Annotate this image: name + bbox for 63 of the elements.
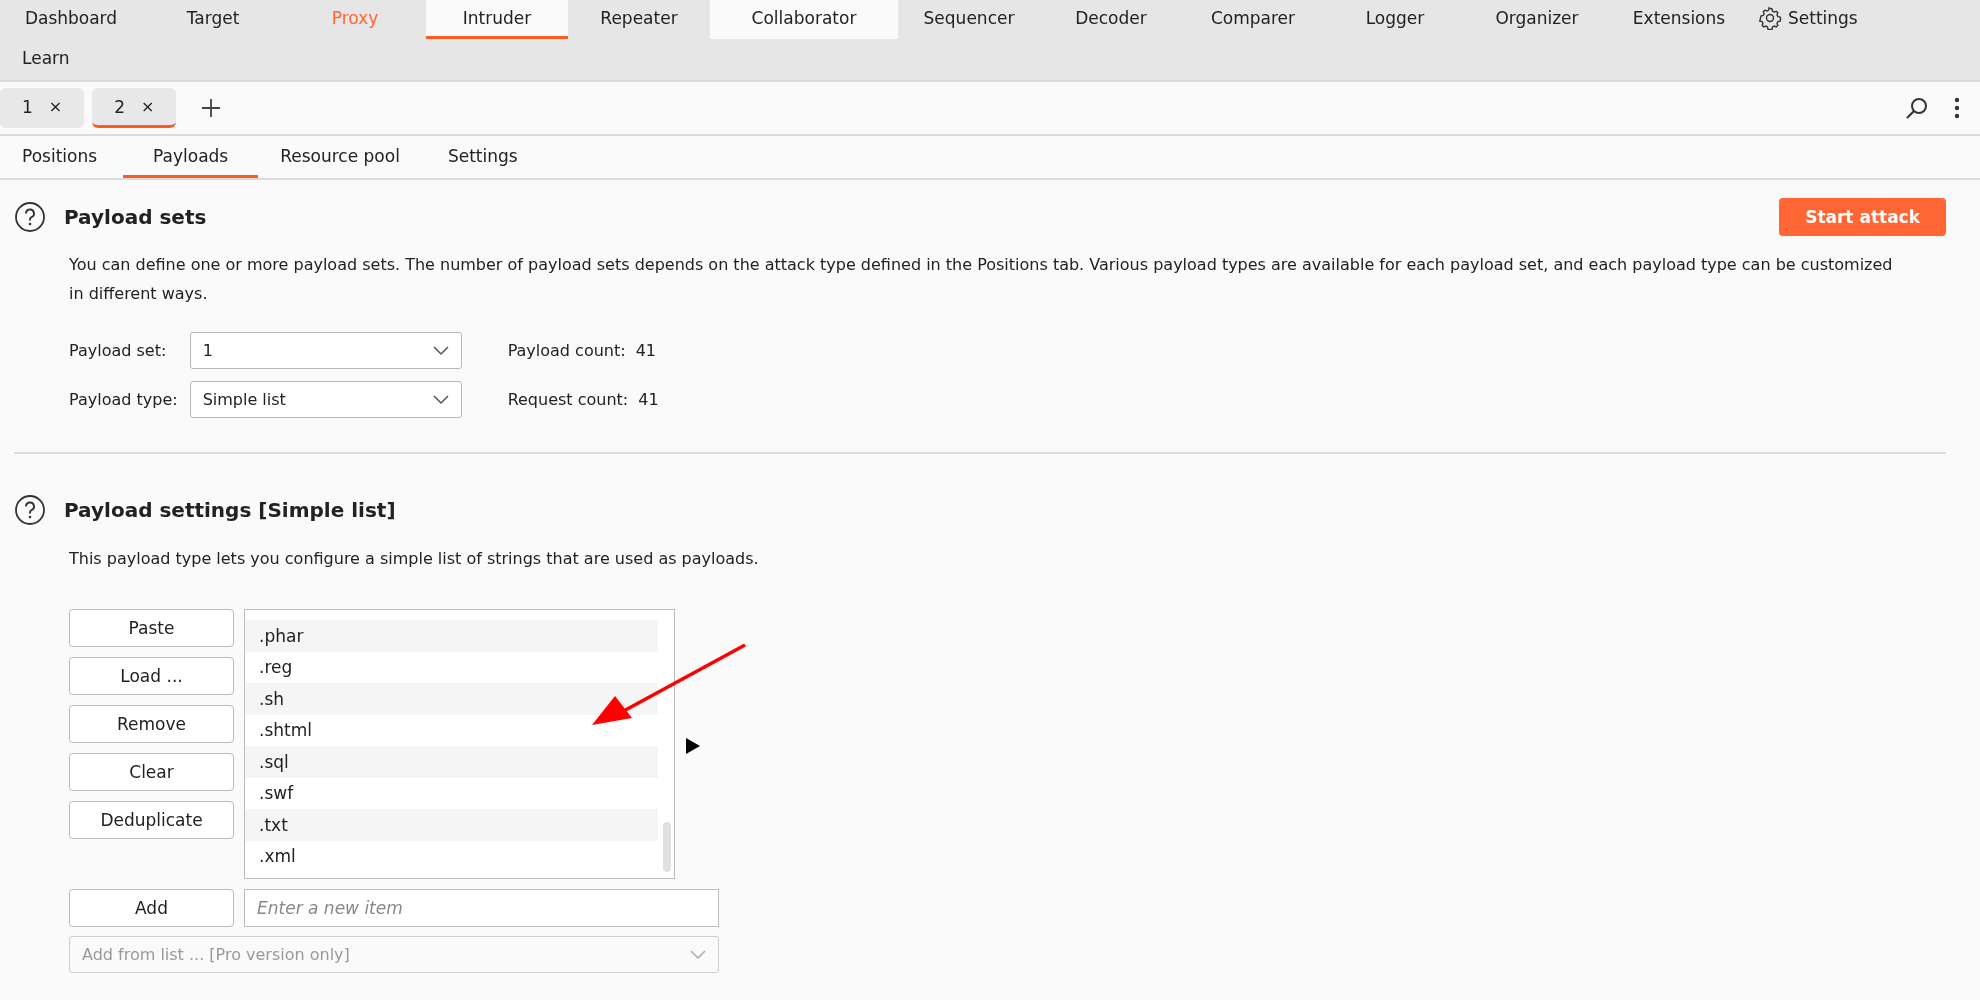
nav-tab[interactable]: Intruder [426,0,568,39]
nav-tab[interactable]: Decoder [1040,0,1182,39]
description-text: This payload type lets you configure a simple list of strings that are used as payloads. [69,548,760,570]
dropdown[interactable]: 1 [189,332,462,369]
tab-label: Settings [1788,8,1858,28]
list-button[interactable]: Paste [69,609,234,647]
list-item[interactable]: .shtml [245,714,658,746]
attack-tab[interactable]: 2 × [92,88,177,128]
nav-tab[interactable]: Sequencer [898,0,1040,39]
sub-tab[interactable]: Payloads [123,136,259,178]
close-icon[interactable]: × [141,97,155,116]
list-item[interactable]: .sql [245,746,658,778]
description-text: You can define one or more payload sets. The number of payload sets depends on the attack type defined in the Positions tab. Various payload types are available for each payload set, and each payload type can be customized in different ways. [69,254,1894,305]
chevron-down-icon [432,345,449,356]
dropdown: Add from list ... [Pro version only] [69,936,719,973]
attack-tab[interactable]: 1 × [0,88,85,128]
section-heading: Payload settings [Simple list] [64,498,396,522]
nav-tab[interactable]: Collaborator [710,0,898,39]
sub-tab[interactable]: Positions [0,136,124,178]
sub-tab[interactable]: Settings [425,136,544,178]
tab-label: 2 [114,96,126,117]
settings-icon [1758,6,1782,30]
search-icon[interactable] [1904,95,1930,121]
list-item[interactable]: .swf [245,777,658,809]
tab-label: 1 [22,96,33,117]
info-value: 41 [635,341,656,360]
help-icon[interactable] [14,201,46,233]
info-label: Request count: [507,390,629,409]
nav-tab[interactable]: Extensions [1608,0,1750,39]
nav-tab[interactable]: Repeater [568,0,710,39]
nav-tab[interactable]: Settings [1750,0,1866,39]
info-label: Payload count: [507,341,626,360]
nav-tab[interactable]: Dashboard [0,0,142,39]
sub-tab[interactable]: Resource pool [258,136,426,178]
more-icon[interactable] [1952,95,1962,121]
list-button[interactable]: Remove [69,705,234,743]
nav-tab[interactable]: Learn [0,39,92,80]
chevron-down-icon [690,949,706,960]
close-icon[interactable]: × [48,97,63,116]
list-button[interactable]: Load ... [69,657,234,695]
list-item[interactable]: .sh [245,683,658,715]
list-item[interactable]: .reg [245,651,658,683]
field-label: Payload type: [69,390,178,409]
add-button[interactable]: Add [69,889,234,927]
section-heading: Payload sets [64,205,207,229]
dropdown[interactable]: Simple list [189,381,462,418]
nav-tab[interactable]: Logger [1324,0,1466,39]
cursor-icon [685,737,701,755]
list-item[interactable]: .txt [245,809,658,841]
field-label: Payload set: [69,341,168,360]
nav-tab[interactable]: Comparer [1182,0,1324,39]
list-button[interactable]: Deduplicate [69,801,234,839]
scrollbar-thumb[interactable] [663,822,671,872]
list-item[interactable]: .xml [245,840,658,872]
list-item[interactable]: .phar [245,620,658,652]
list-button[interactable]: Clear [69,753,234,791]
add-icon[interactable] [200,97,223,119]
nav-tab[interactable]: Target [142,0,284,39]
input-field[interactable]: Enter a new item [244,889,719,927]
chevron-down-icon [432,394,449,405]
help-icon[interactable] [14,494,46,526]
info-value: 41 [638,390,659,409]
nav-tab[interactable]: Organizer [1466,0,1608,39]
